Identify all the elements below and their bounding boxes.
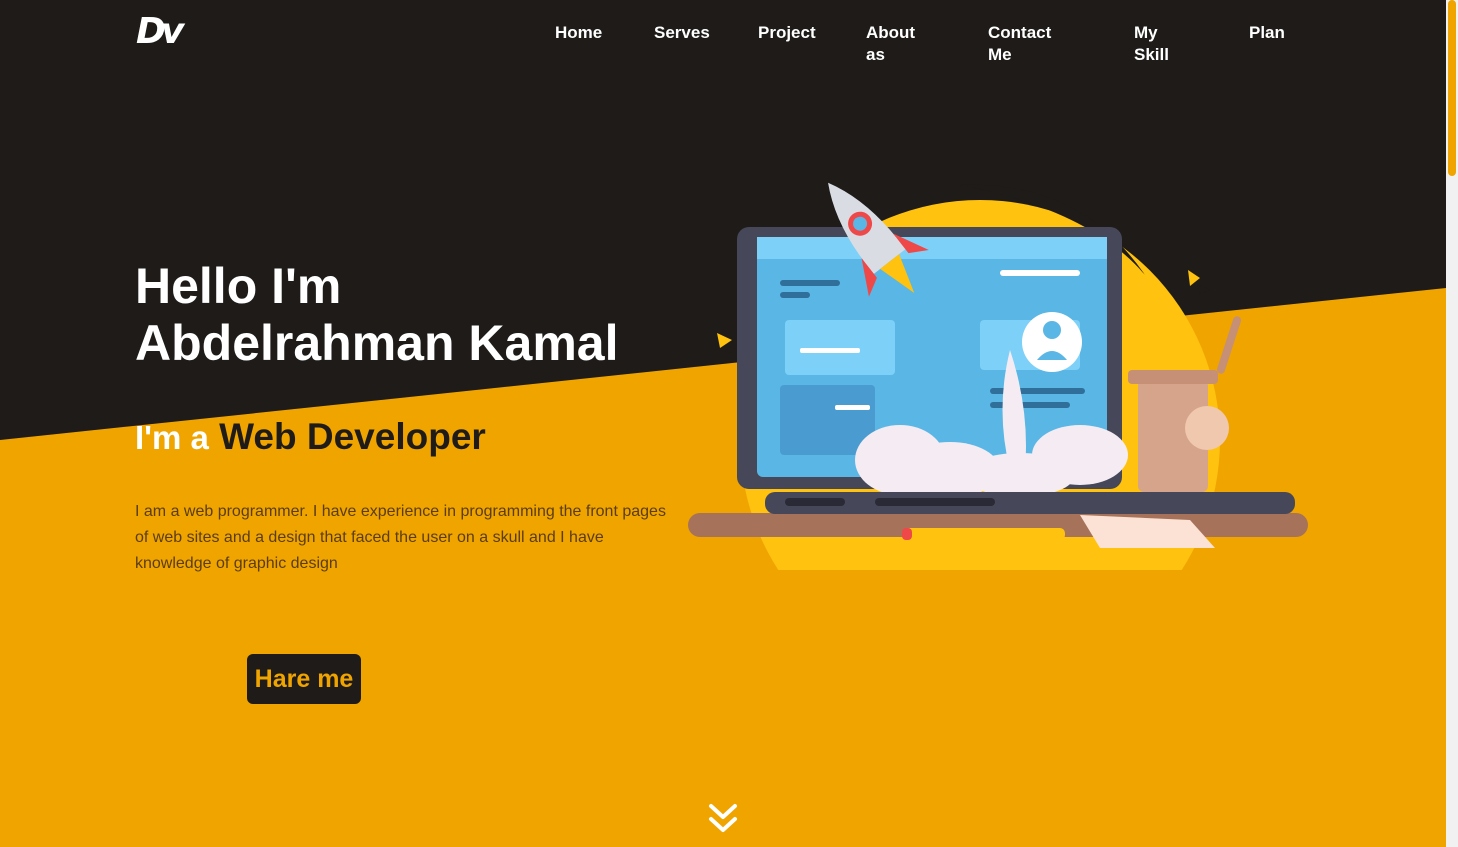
scrollbar-thumb[interactable] (1448, 0, 1456, 176)
site-logo[interactable]: Dv (136, 12, 184, 52)
nav-home[interactable]: Home (555, 22, 602, 44)
role-heading: I'm a Web Developer (135, 414, 486, 461)
double-chevron-down-icon[interactable] (707, 802, 739, 836)
pencil (905, 528, 1065, 540)
spark-right-2 (1197, 284, 1210, 294)
hero-heading: Hello I'm Abdelrahman Kamal (135, 258, 618, 372)
hire-me-button[interactable]: Hare me (247, 654, 361, 704)
name-text: Abdelrahman Kamal (135, 315, 619, 371)
spark-right (1188, 270, 1200, 286)
nav-contact[interactable]: Contact Me (988, 22, 1051, 66)
hero-description: I am a web programmer. I have experience… (135, 503, 666, 572)
nav-project[interactable]: Project (758, 22, 816, 44)
nav-serves[interactable]: Serves (654, 22, 710, 44)
page-scrollbar[interactable] (1446, 0, 1458, 847)
nav-about[interactable]: About as (866, 22, 915, 66)
spark-left (717, 333, 732, 348)
spark-left-2 (726, 345, 738, 354)
nav-skill[interactable]: My Skill (1134, 22, 1169, 66)
nav-plan[interactable]: Plan (1249, 22, 1285, 44)
role-text: Web Developer (219, 416, 486, 457)
rocket-laptop-illustration (688, 182, 1308, 570)
greeting-text: Hello I'm (135, 258, 342, 314)
role-prefix: I'm a (135, 419, 209, 456)
